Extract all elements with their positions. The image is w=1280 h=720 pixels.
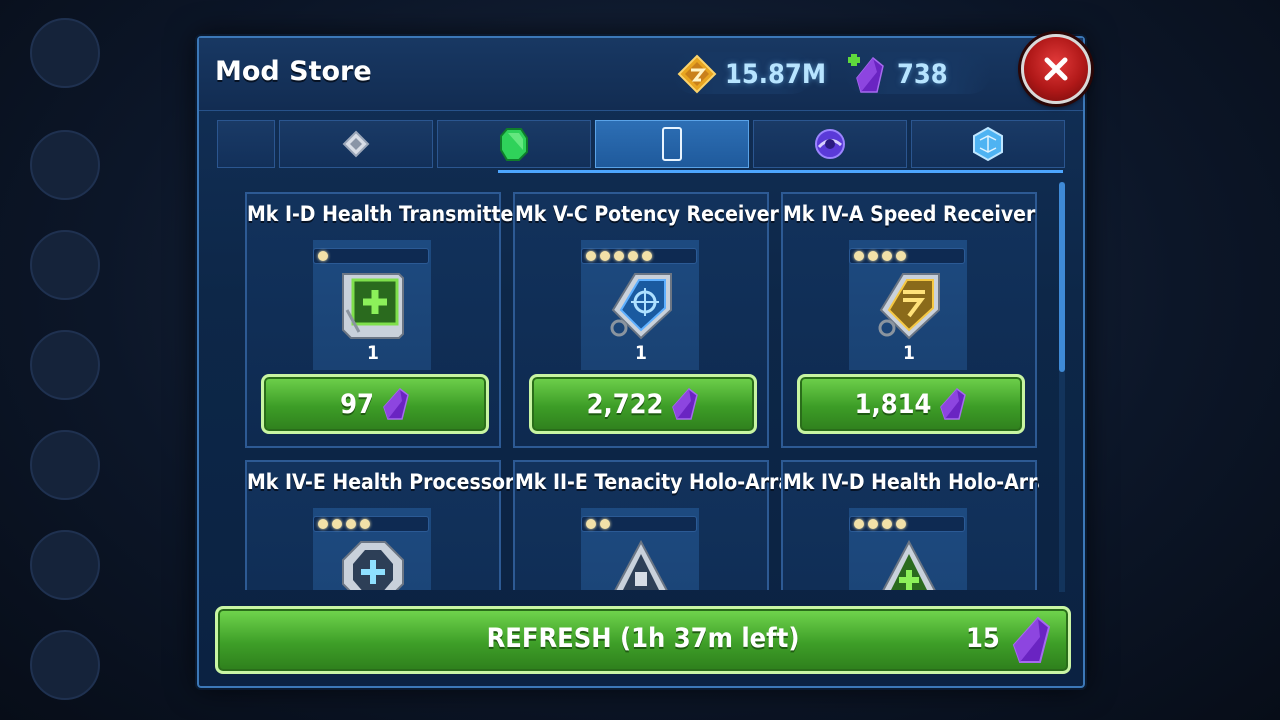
page-title: Mod Store	[215, 56, 372, 87]
bg-allies-icon	[30, 330, 100, 400]
tenacity-holo-array-icon	[614, 539, 668, 590]
star-rating	[849, 516, 965, 532]
star-dot	[882, 519, 892, 529]
item-title: Mk IV-A Speed Receiver	[783, 202, 1036, 226]
star-rating	[313, 248, 429, 264]
tab-diamond[interactable]	[437, 120, 591, 168]
triangle-mod-icon	[973, 126, 1003, 162]
health-processor-icon	[342, 541, 404, 590]
buy-button[interactable]: 1,814	[797, 374, 1025, 434]
scrollbar-thumb[interactable]	[1059, 182, 1065, 372]
star-dot	[896, 519, 906, 529]
tab-triangle[interactable]	[911, 120, 1065, 168]
store-item-card[interactable]: Mk V-C Potency Receiver 1 2,722	[513, 192, 779, 448]
crystal-icon	[672, 387, 699, 420]
health-transmitter-icon	[342, 273, 404, 339]
bg-anchor-icon	[30, 630, 100, 700]
credits-icon	[677, 54, 717, 94]
star-dot	[868, 251, 878, 261]
item-title: Mk V-C Potency Receiver	[515, 202, 779, 226]
mod-shape-tabs	[217, 120, 1065, 168]
close-icon	[1044, 57, 1068, 81]
store-item-card[interactable]: Mk IV-E Health Processor	[245, 460, 515, 590]
star-dot	[868, 519, 878, 529]
credits-display: 15.87M	[677, 52, 826, 96]
bg-inbox-icon	[30, 430, 100, 500]
item-grid[interactable]: Mk I-D Health Transmitter 1 97 Mk V-C Po…	[245, 192, 1039, 590]
item-quantity: 1	[635, 342, 647, 364]
star-dot	[332, 519, 342, 529]
bg-achievements-icon	[30, 530, 100, 600]
star-dot	[346, 519, 356, 529]
potency-receiver-icon	[610, 273, 672, 340]
tab-underline	[498, 170, 1063, 173]
tab-arrow[interactable]	[753, 120, 907, 168]
item-price: 2,722	[586, 388, 664, 420]
health-holo-array-icon	[882, 539, 936, 590]
star-dot	[586, 519, 596, 529]
refresh-button[interactable]: REFRESH (1h 37m left) 15	[215, 606, 1071, 674]
store-item-card[interactable]: Mk IV-D Health Holo-Array	[781, 460, 1039, 590]
bg-characters-icon	[30, 130, 100, 200]
item-price: 97	[340, 388, 374, 420]
star-dot	[600, 519, 610, 529]
item-price: 1,814	[854, 388, 932, 420]
background-nav	[18, 10, 128, 710]
star-dot	[882, 251, 892, 261]
item-quantity: 1	[367, 342, 379, 364]
star-dot	[318, 519, 328, 529]
store-item-card[interactable]: Mk I-D Health Transmitter 1 97	[245, 192, 523, 448]
bg-settings-icon	[30, 18, 100, 88]
bg-ships-icon	[30, 230, 100, 300]
speed-receiver-icon	[878, 273, 940, 340]
item-quantity: 1	[903, 342, 915, 364]
star-dot	[896, 251, 906, 261]
mod-store-dialog: Mod Store 15.87M 738 Mk I-D Health Trans…	[197, 34, 1091, 688]
refresh-label: REFRESH (1h 37m left)	[486, 623, 800, 654]
crystals-value: 738	[897, 58, 948, 90]
star-dot	[642, 251, 652, 261]
star-rating	[313, 516, 429, 532]
item-title: Mk II-E Tenacity Holo-Array	[515, 470, 803, 494]
dialog-header: Mod Store 15.87M 738	[199, 34, 1091, 111]
star-dot	[854, 251, 864, 261]
diamond-mod-icon	[500, 128, 528, 161]
star-dot	[600, 251, 610, 261]
star-dot	[854, 519, 864, 529]
store-item-card[interactable]: Mk IV-A Speed Receiver 1 1,814	[781, 192, 1037, 448]
star-dot	[360, 519, 370, 529]
close-button[interactable]	[1021, 34, 1091, 104]
square-mod-icon	[342, 130, 370, 158]
crystal-icon	[383, 387, 409, 420]
crystal-icon	[940, 387, 967, 420]
star-rating	[581, 516, 697, 532]
star-rating	[581, 248, 697, 264]
item-title: Mk IV-D Health Holo-Array	[783, 470, 1039, 494]
crystals-display[interactable]: 738	[847, 52, 948, 96]
store-item-card[interactable]: Mk II-E Tenacity Holo-Array	[513, 460, 803, 590]
arrow-mod-icon	[815, 129, 845, 159]
refresh-cost: 15	[966, 623, 1000, 654]
crystal-icon	[848, 54, 884, 93]
item-title: Mk I-D Health Transmitter	[247, 202, 523, 226]
credits-value: 15.87M	[725, 58, 827, 90]
buy-button[interactable]: 97	[261, 374, 489, 434]
tab-square[interactable]	[279, 120, 433, 168]
star-dot	[318, 251, 328, 261]
circle-mod-icon	[662, 127, 682, 161]
buy-button[interactable]: 2,722	[529, 374, 757, 434]
crystal-icon	[1012, 616, 1051, 663]
grid-scrollbar[interactable]	[1059, 182, 1065, 592]
star-rating	[849, 248, 965, 264]
star-dot	[614, 251, 624, 261]
tab-circle[interactable]	[595, 120, 749, 168]
item-title: Mk IV-E Health Processor	[247, 470, 515, 494]
tab-blank[interactable]	[217, 120, 275, 168]
star-dot	[628, 251, 638, 261]
star-dot	[586, 251, 596, 261]
